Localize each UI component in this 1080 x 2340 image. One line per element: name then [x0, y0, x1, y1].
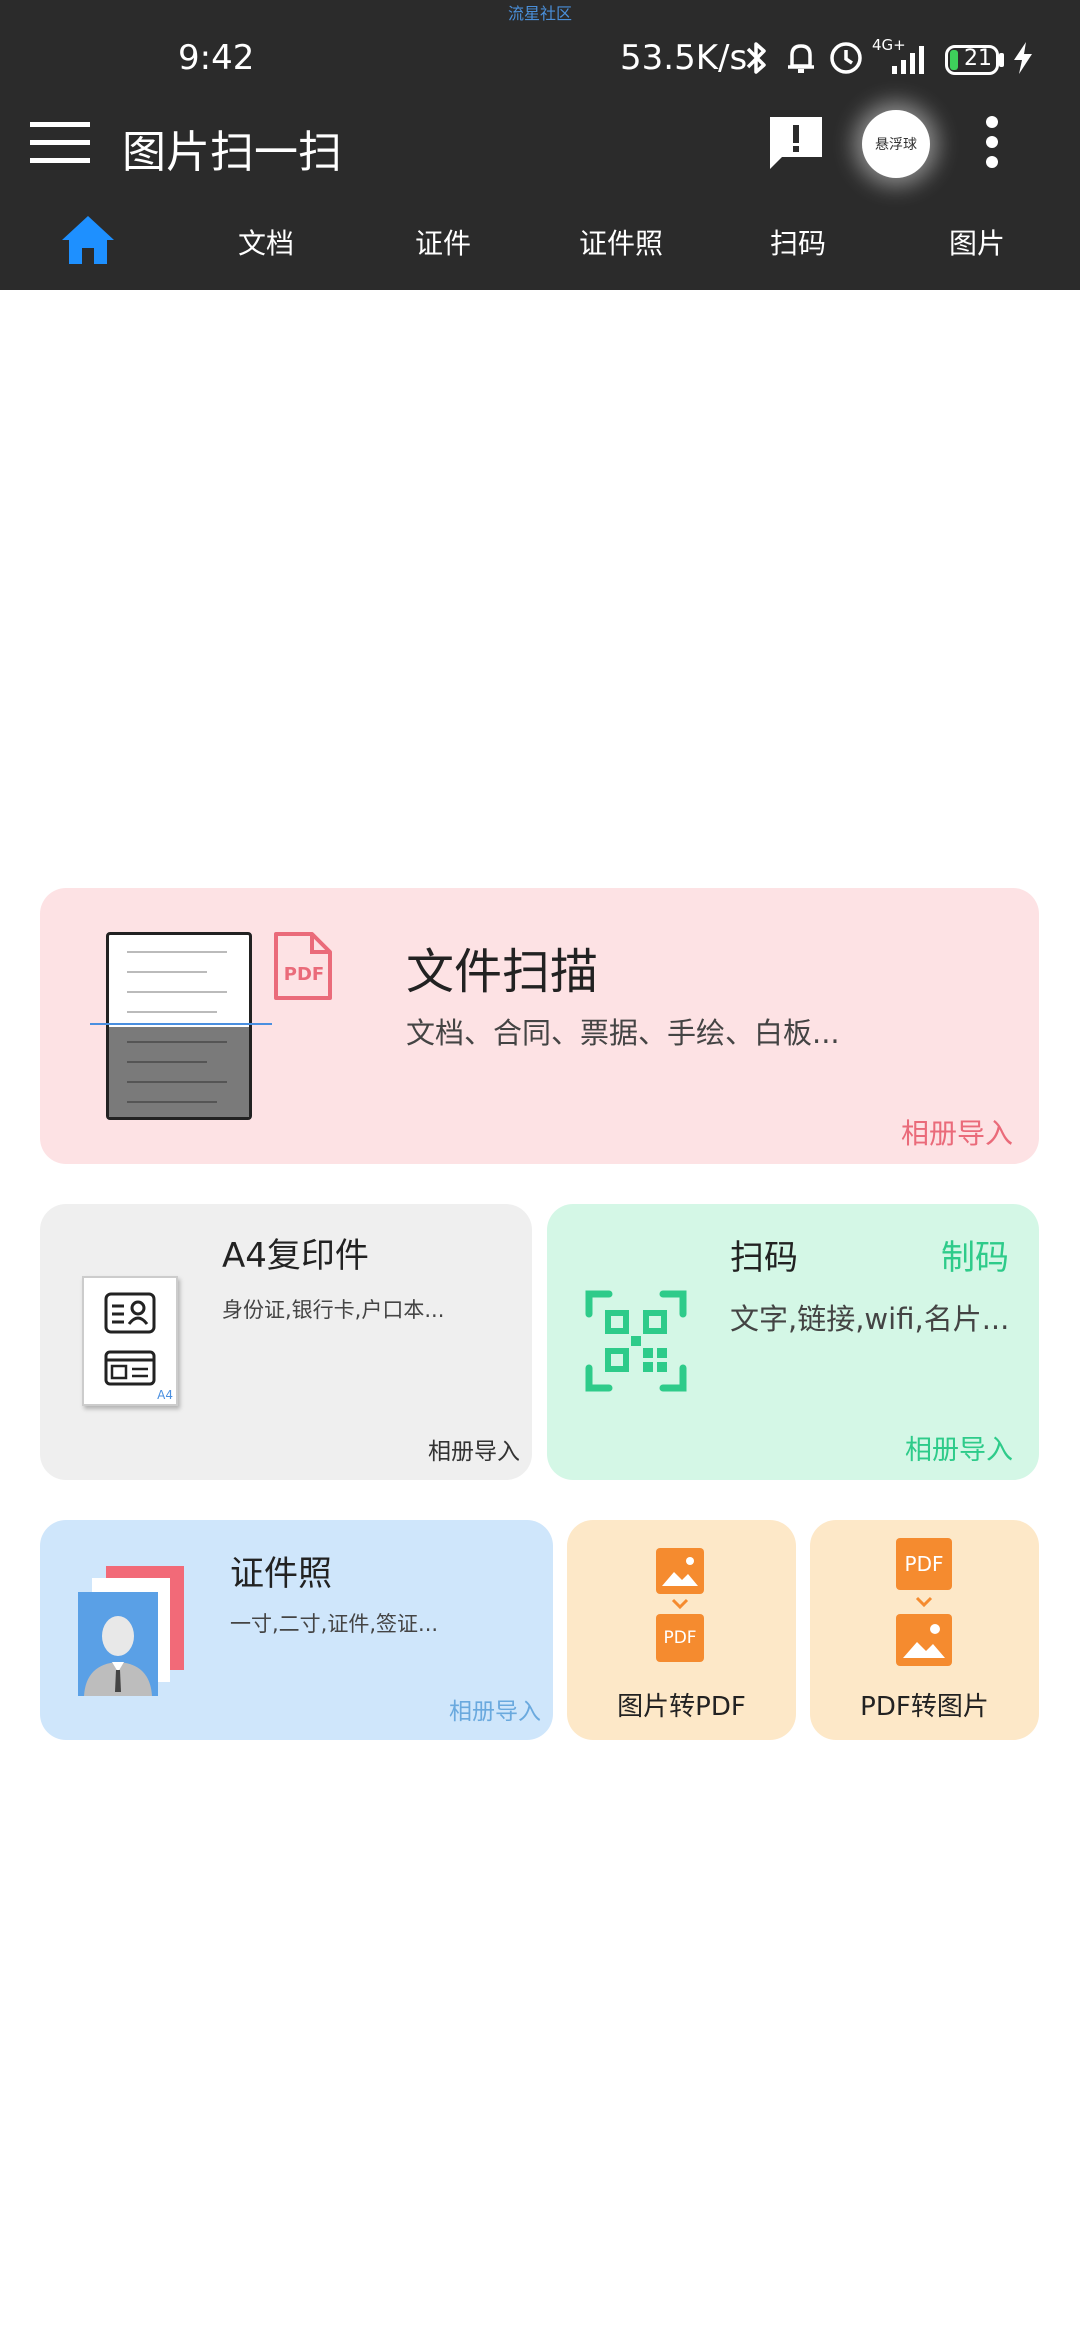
a4-copy-album-import-link[interactable]: 相册导入 [428, 1432, 520, 1466]
id-card-icon [104, 1292, 156, 1334]
tab-home-icon[interactable] [58, 212, 118, 266]
pdf-to-image-card[interactable]: PDF PDF转图片 [810, 1520, 1039, 1740]
file-scan-title: 文件扫描 [406, 944, 599, 1000]
file-scan-subtitle: 文档、合同、票据、手绘、白板... [406, 1016, 840, 1050]
file-scan-album-import-link[interactable]: 相册导入 [901, 1112, 1013, 1152]
pdf-to-image-label: PDF转图片 [860, 1692, 989, 1722]
tab-documents[interactable]: 文档 [196, 222, 336, 262]
battery-icon: 21 [945, 45, 999, 75]
bank-card-icon [104, 1350, 156, 1386]
pdf-icon: PDF [896, 1538, 952, 1590]
arrow-down-icon [915, 1596, 933, 1608]
pdf-icon: PDF [656, 1614, 704, 1662]
image-to-pdf-label: 图片转PDF [617, 1692, 746, 1722]
watermark-text: 流星社区 [507, 4, 572, 23]
bluetooth-icon [746, 42, 766, 74]
more-options-icon[interactable] [980, 112, 1004, 172]
float-ball-button[interactable]: 悬浮球 [862, 110, 930, 178]
tab-certificates[interactable]: 证件 [373, 222, 513, 262]
alarm-bell-icon [788, 44, 814, 73]
a4-copy-title: A4复印件 [222, 1236, 369, 1276]
document-illustration [106, 932, 252, 1120]
scan-code-album-import-link[interactable]: 相册导入 [905, 1428, 1013, 1467]
battery-level [950, 50, 958, 70]
status-net-speed: 53.5K/s [620, 38, 748, 78]
a4-copy-card[interactable]: A4 A4复印件 身份证,银行卡,户口本... 相册导入 [40, 1204, 532, 1480]
image-to-pdf-card[interactable]: PDF 图片转PDF [567, 1520, 796, 1740]
battery-tip [999, 53, 1004, 67]
image-icon [896, 1614, 952, 1666]
app-title: 图片扫一扫 [122, 127, 342, 178]
make-code-link[interactable]: 制码 [941, 1230, 1009, 1279]
feedback-icon[interactable] [766, 113, 826, 175]
qr-code-icon [585, 1290, 687, 1392]
file-scan-card[interactable]: PDF 文件扫描 文档、合同、票据、手绘、白板... 相册导入 [40, 888, 1039, 1164]
tab-images[interactable]: 图片 [907, 222, 1047, 262]
cellular-signal-icon [892, 46, 924, 74]
id-photo-card[interactable]: 证件照 一寸,二寸,证件,签证... 相册导入 [40, 1520, 553, 1740]
scan-code-subtitle: 文字,链接,wifi,名片... [730, 1302, 1010, 1336]
tab-id-photo[interactable]: 证件照 [551, 222, 691, 262]
float-ball-label: 悬浮球 [875, 137, 917, 153]
scan-code-card[interactable]: 扫码 制码 文字,链接,wifi,名片... 相册导入 [547, 1204, 1039, 1480]
clock-icon [830, 42, 862, 74]
tab-scan-code[interactable]: 扫码 [728, 222, 868, 262]
id-photo-subtitle: 一寸,二寸,证件,签证... [230, 1612, 439, 1636]
charging-icon [1014, 42, 1032, 74]
arrow-down-icon [671, 1598, 689, 1610]
menu-icon[interactable] [28, 118, 94, 168]
a4-paper-illustration: A4 [82, 1276, 178, 1406]
id-photo-album-import-link[interactable]: 相册导入 [449, 1692, 541, 1726]
scan-line [90, 1023, 272, 1025]
id-photo-title: 证件照 [230, 1554, 332, 1594]
image-icon [656, 1548, 704, 1594]
battery-percent: 21 [964, 46, 992, 71]
a4-copy-subtitle: 身份证,银行卡,户口本... [222, 1298, 445, 1322]
pdf-file-label: PDF [283, 964, 325, 985]
portrait-photo-icon [78, 1592, 158, 1696]
scan-code-title: 扫码 [730, 1238, 798, 1278]
a4-label: A4 [157, 1388, 173, 1402]
status-time: 9:42 [178, 38, 255, 78]
